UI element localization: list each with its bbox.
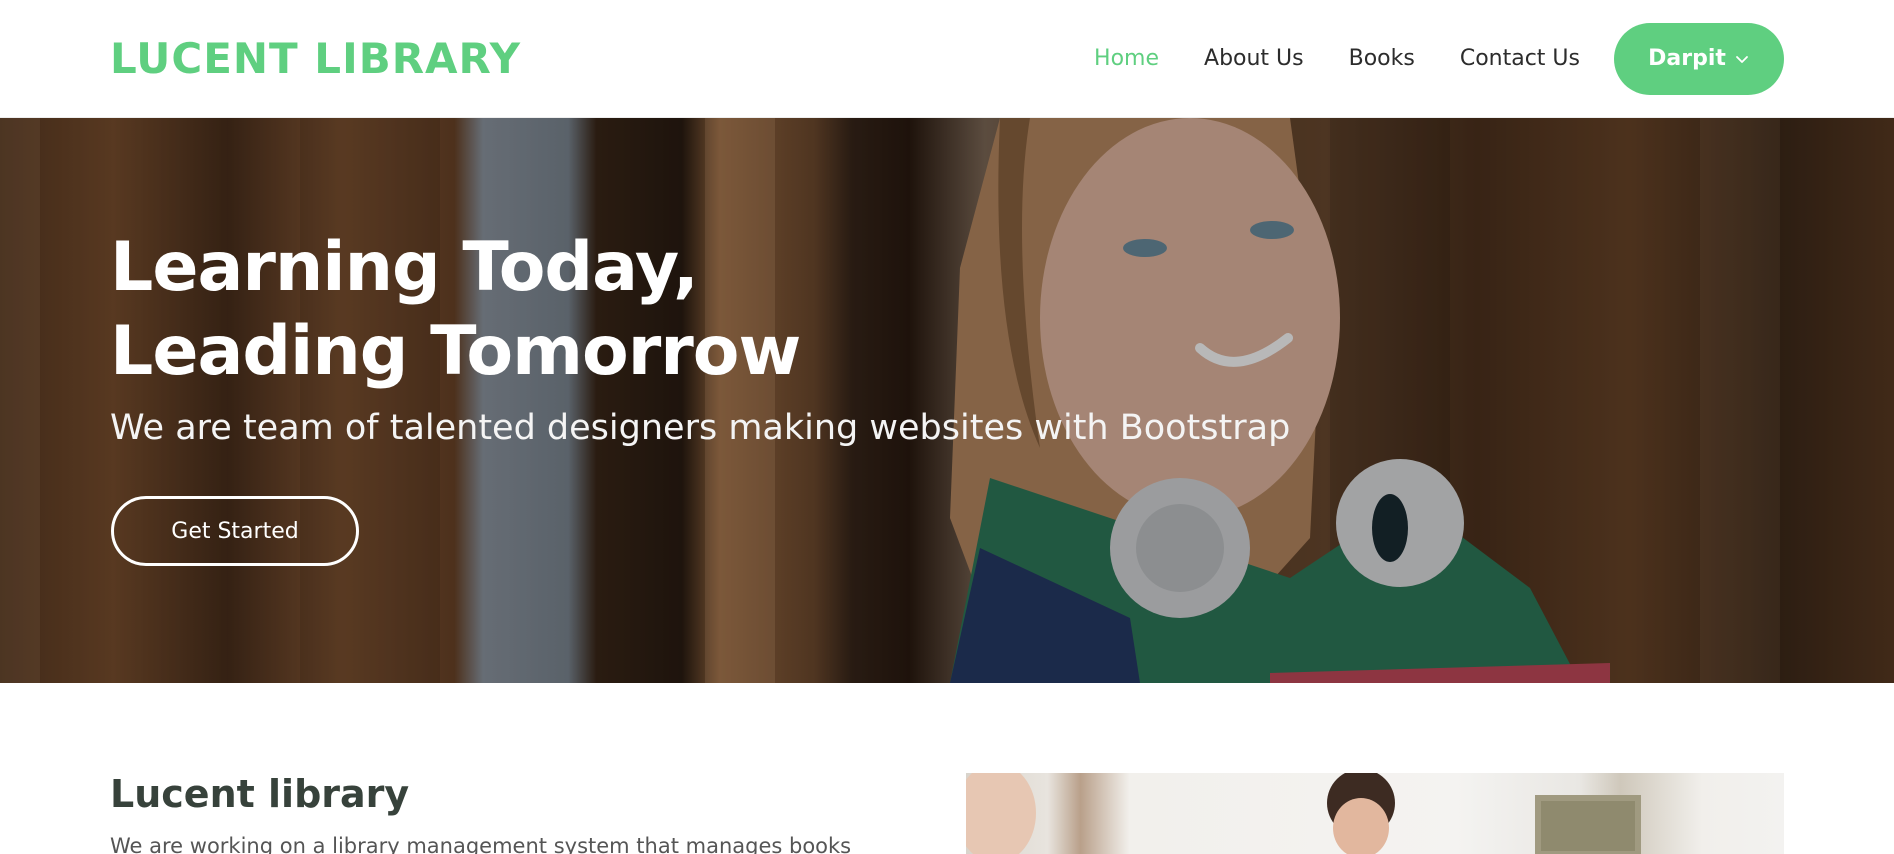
site-logo[interactable]: LUCENT LIBRARY	[110, 34, 521, 83]
nav-contact-us[interactable]: Contact Us	[1460, 46, 1580, 71]
get-started-button[interactable]: Get Started	[111, 496, 359, 566]
hero-section: Learning Today, Leading Tomorrow We are …	[0, 118, 1894, 683]
hero-title: Learning Today, Leading Tomorrow	[110, 226, 801, 394]
main-nav: Home About Us Books Contact Us Darpit	[1049, 22, 1784, 95]
about-image	[966, 773, 1784, 854]
hero-subtitle: We are team of talented designers making…	[110, 408, 1291, 448]
about-title: Lucent library	[110, 772, 410, 816]
site-header: LUCENT LIBRARY Home About Us Books Conta…	[0, 0, 1894, 118]
nav-home[interactable]: Home	[1094, 46, 1159, 71]
hero-title-line-1: Learning Today,	[110, 228, 699, 307]
chevron-down-icon	[1735, 55, 1748, 63]
user-menu-label: Darpit	[1648, 46, 1726, 71]
hero-title-line-2: Leading Tomorrow	[110, 312, 801, 391]
about-image-people	[966, 773, 1641, 854]
hero-overlay	[0, 118, 1894, 683]
user-menu-button[interactable]: Darpit	[1614, 22, 1784, 95]
nav-about-us[interactable]: About Us	[1204, 46, 1304, 71]
nav-books[interactable]: Books	[1349, 46, 1415, 71]
about-text: We are working on a library management s…	[110, 834, 852, 854]
